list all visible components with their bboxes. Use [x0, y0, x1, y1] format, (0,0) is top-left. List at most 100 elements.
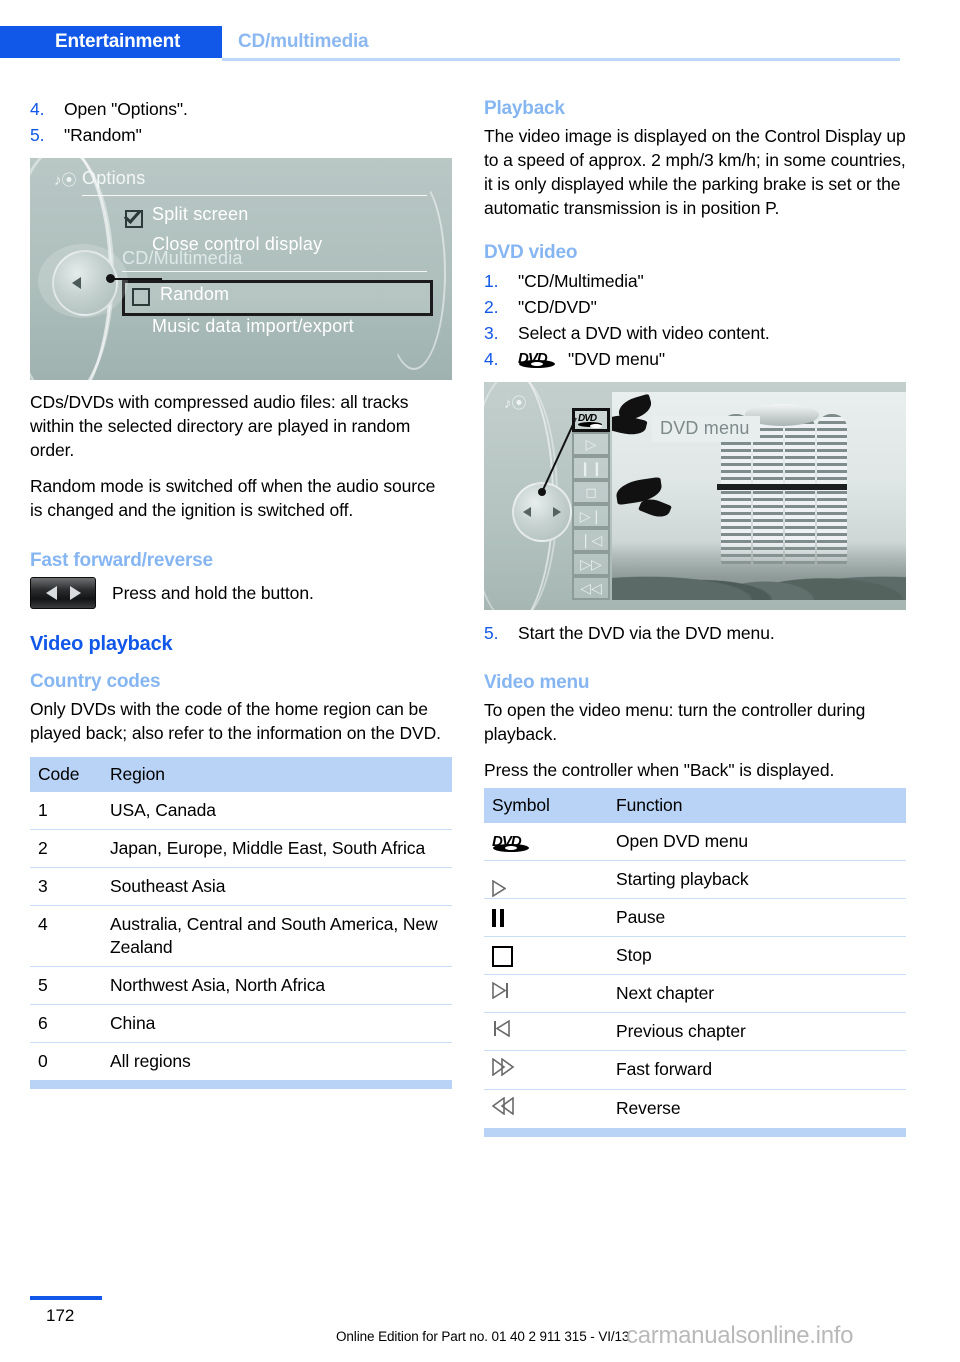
cell-function: Pause	[608, 898, 906, 937]
split-screen-checkbox[interactable]	[125, 210, 143, 228]
edition-line: Online Edition for Part no. 01 40 2 911 …	[336, 1329, 630, 1344]
table-row: Stop	[484, 936, 906, 975]
heading-video-playback: Video playback	[30, 633, 173, 655]
step-number: 5.	[484, 623, 499, 643]
next-chapter-icon[interactable]: ▷❘	[572, 504, 610, 528]
list-item: 1. "CD/Multimedia"	[484, 268, 906, 294]
cell-code: 4	[30, 905, 102, 967]
fast-forward-row: Press and hold the button.	[30, 577, 452, 609]
heading-dvd-video: DVD video	[484, 242, 578, 263]
cell-code: 0	[30, 1042, 102, 1080]
treeline-decoration	[612, 542, 906, 600]
idrive-options-screenshot: ♪⦿ Options Split screen Close control di…	[30, 158, 452, 380]
table-row: Starting playback	[484, 860, 906, 899]
video-control-button-strip: DVD ▷ ❙❙ ◻ ▷❘ ❘◁ ▷▷ ◁◁	[572, 408, 610, 600]
country-codes-intro: Only DVDs with the code of the home regi…	[30, 699, 441, 743]
fast-forward-icon	[492, 1057, 515, 1077]
step-text: "Random"	[64, 125, 142, 145]
step-number: 2.	[484, 297, 499, 317]
table-row: 0 All regions	[30, 1042, 452, 1080]
random-paragraph-1: CDs/DVDs with compressed audio files: al…	[30, 392, 411, 460]
cell-region: Northwest Asia, North Africa	[102, 966, 452, 1005]
step-number: 3.	[484, 323, 499, 343]
table-header-row: Symbol Function	[484, 788, 906, 823]
cell-symbol	[484, 898, 608, 937]
watermark: carmanualsonline.info	[626, 1322, 854, 1349]
previous-chapter-icon	[494, 1019, 510, 1038]
reverse-icon	[491, 1096, 514, 1116]
fast-forward-reverse-rocker-button[interactable]	[30, 577, 96, 609]
country-codes-table-footer-bar	[30, 1080, 452, 1089]
cell-region: All regions	[102, 1042, 452, 1080]
dvd-video-steps-list: 1. "CD/Multimedia" 2. "CD/DVD" 3. Select…	[484, 268, 906, 372]
dvd-menu-icon[interactable]: DVD	[572, 408, 610, 432]
footer-rule	[30, 1296, 102, 1300]
cell-function: Starting playback	[608, 860, 906, 899]
cell-function: Open DVD menu	[616, 831, 748, 851]
cell-code: 6	[30, 1004, 102, 1043]
leader-line	[110, 278, 162, 280]
list-item: 3. Select a DVD with video content.	[484, 320, 906, 346]
step-text: "DVD menu"	[568, 349, 666, 369]
stop-icon[interactable]: ◻	[572, 480, 610, 504]
cell-code: 2	[30, 829, 102, 868]
page-header: Entertainment CD/multimedia	[0, 26, 960, 62]
cell-symbol	[484, 1012, 608, 1051]
table-row: DVD Open DVD menu	[484, 823, 906, 861]
step-number: 5.	[30, 125, 45, 145]
decorative-arc-right	[382, 176, 446, 370]
fast-forward-icon[interactable]: ▷▷	[572, 552, 610, 576]
pause-icon[interactable]: ❙❙	[572, 456, 610, 480]
list-item: 5. "Random"	[30, 122, 452, 148]
cd-multimedia-icon: ♪⦿	[54, 172, 77, 189]
header-divider	[222, 58, 900, 61]
play-icon	[492, 872, 506, 898]
dvd-logo-icon: DVD	[518, 346, 558, 368]
idrive-item-random[interactable]: Random	[160, 284, 229, 305]
table-row: 5 Northwest Asia, North Africa	[30, 966, 452, 1005]
previous-chapter-icon[interactable]: ❘◁	[572, 528, 610, 552]
idrive-title: Options	[82, 168, 146, 188]
table-row: Fast forward	[484, 1050, 906, 1090]
table-row: Next chapter	[484, 974, 906, 1013]
table-row: 3 Southeast Asia	[30, 867, 452, 906]
header-chapter-tab: Entertainment	[0, 26, 222, 58]
rewind-triangle-icon	[45, 586, 57, 600]
idrive-item-music-data-import-export[interactable]: Music data import/export	[152, 316, 354, 337]
random-checkbox[interactable]	[132, 288, 150, 306]
cell-code: 3	[30, 867, 102, 906]
column-header-region: Region	[102, 757, 452, 792]
column-header-function: Function	[608, 788, 906, 823]
column-header-symbol: Symbol	[484, 788, 608, 823]
step-number: 4.	[30, 99, 45, 119]
cell-symbol	[484, 1050, 608, 1090]
cell-function: Stop	[608, 936, 906, 975]
next-chapter-icon	[492, 981, 508, 1000]
video-menu-symbol-table: Symbol Function DVD Open DVD menu Starti…	[484, 788, 906, 1128]
list-item: 4. Open "Options".	[30, 96, 452, 122]
cell-code: 5	[30, 966, 102, 1005]
cell-symbol: DVD	[484, 823, 608, 861]
cell-region: USA, Canada	[110, 800, 216, 820]
cell-symbol	[484, 974, 608, 1013]
column-header-code: Code	[30, 757, 102, 792]
right-column: Playback The video image is displayed on…	[484, 96, 906, 1137]
table-row: Reverse	[484, 1089, 906, 1128]
page-number: 172	[46, 1306, 75, 1325]
left-column: 4. Open "Options". 5. "Random" ♪⦿ Option…	[30, 96, 452, 1089]
heading-video-menu: Video menu	[484, 672, 590, 693]
dvd-logo-icon: DVD	[492, 830, 532, 852]
idrive-item-split-screen[interactable]: Split screen	[152, 204, 248, 225]
playback-paragraph: The video image is displayed on the Cont…	[484, 126, 906, 218]
step-text: "CD/Multimedia"	[518, 271, 644, 291]
video-menu-paragraph-1: To open the video menu: turn the control…	[484, 700, 866, 744]
reverse-icon[interactable]: ◁◁	[572, 576, 610, 600]
step-text: Open "Options".	[64, 99, 188, 119]
table-row: 4 Australia, Central and South America, …	[30, 905, 452, 967]
random-paragraph-2: Random mode is switched off when the aud…	[30, 476, 436, 520]
play-icon[interactable]: ▷	[572, 432, 610, 456]
list-item: 4. DVD "DVD menu"	[484, 346, 906, 372]
list-item: 2. "CD/DVD"	[484, 294, 906, 320]
cell-symbol	[484, 860, 608, 899]
dvd-menu-screenshot: ♪⦿ DVD ▷ ❙❙ ◻ ▷❘ ❘◁ ▷▷ ◁◁ DVD menu	[484, 382, 906, 610]
